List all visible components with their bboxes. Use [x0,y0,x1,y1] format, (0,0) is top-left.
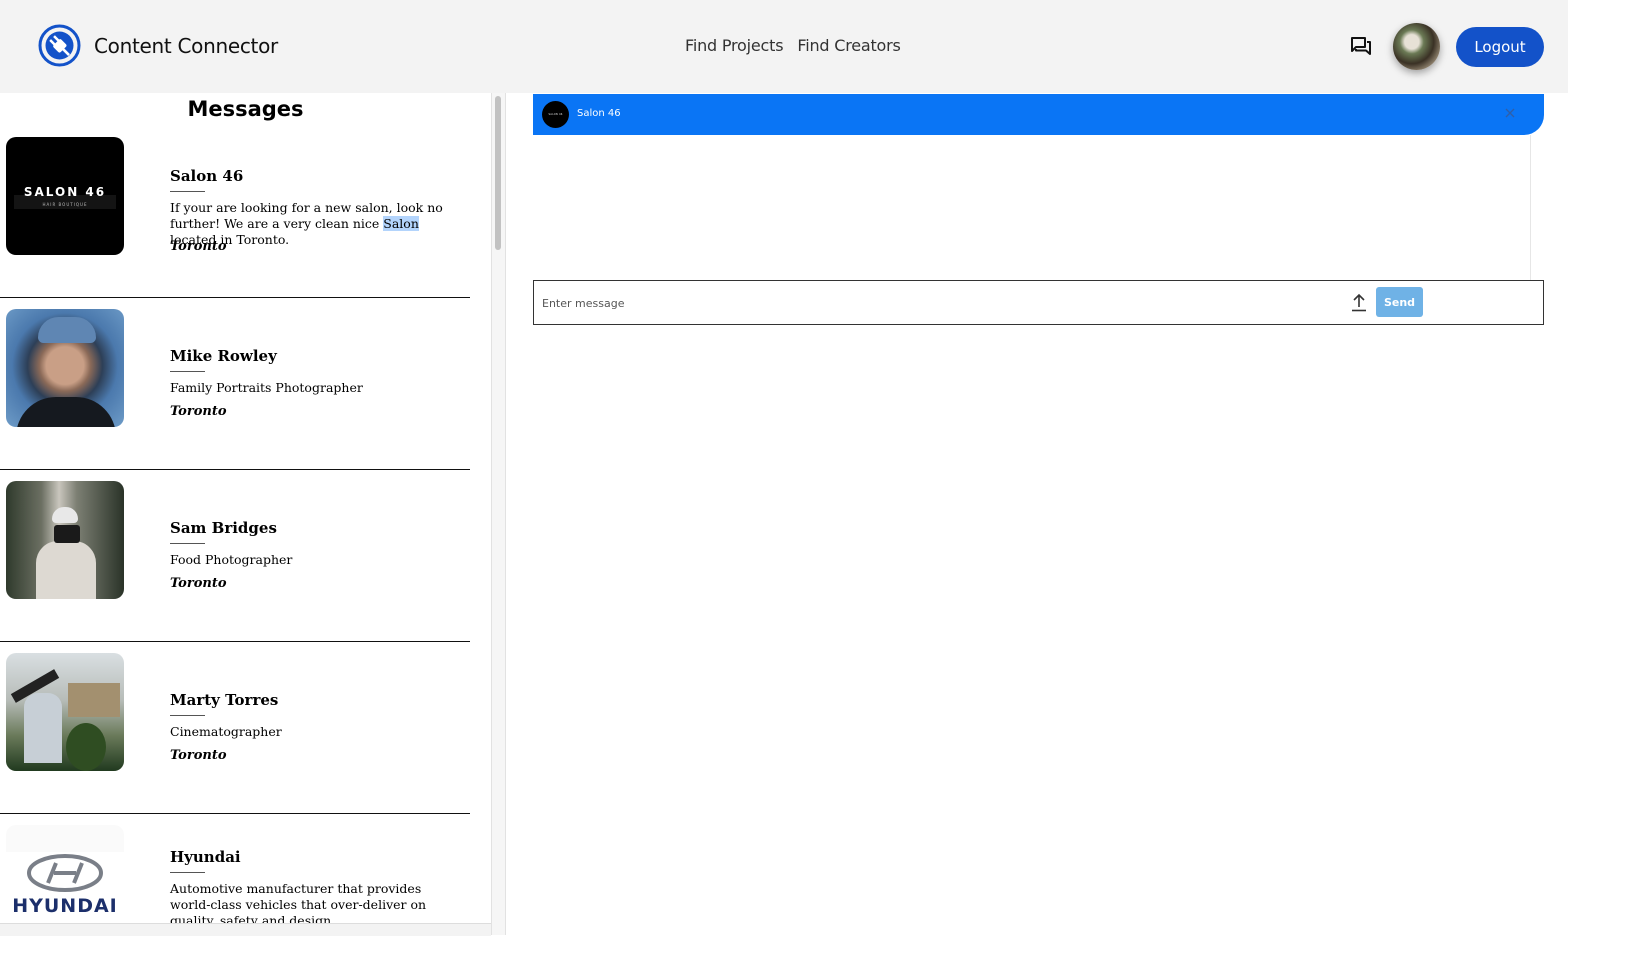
upload-icon[interactable] [1349,292,1369,313]
salon-logo-subtext: HAIR BOUTIQUE [42,202,88,207]
contact-name: Hyundai [170,848,241,866]
chat-messages-area [533,135,1531,280]
user-avatar[interactable] [1393,23,1440,70]
send-button[interactable]: Send [1376,287,1423,317]
contact-item-mike-rowley[interactable]: Mike Rowley Family Portraits Photographe… [0,297,470,470]
divider [170,191,205,192]
brand-name: Content Connector [94,33,278,58]
contact-city: Toronto [170,239,227,254]
brand[interactable]: Content Connector [38,24,278,67]
contact-item-marty-torres[interactable]: Marty Torres Cinematographer Toronto [0,641,470,814]
contact-avatar [6,653,124,771]
scrollbar-thumb[interactable] [495,96,501,250]
contact-item-sam-bridges[interactable]: Sam Bridges Food Photographer Toronto [0,469,470,642]
contact-description: Family Portraits Photographer [170,380,363,395]
contact-item-salon-46[interactable]: SALON 46 HAIR BOUTIQUE Salon 46 If your … [0,125,470,298]
messages-title: Messages [187,97,304,121]
chat-contact-avatar: SALON 46 [542,101,569,128]
hyundai-logo-text: HYUNDAI [12,895,118,917]
contact-description: Food Photographer [170,552,293,567]
chat-icon[interactable] [1349,35,1373,57]
messages-scrollbar[interactable] [491,93,506,935]
contact-item-hyundai[interactable]: HYUNDAI Hyundai Automotive manufacturer … [0,813,470,923]
contact-city: Toronto [170,576,227,591]
hyundai-logo-icon [27,854,103,892]
divider [170,371,205,372]
contact-avatar: SALON 46 HAIR BOUTIQUE [6,137,124,255]
nav-find-projects[interactable]: Find Projects [685,36,784,55]
messages-panel: Messages SALON 46 HAIR BOUTIQUE Salon 46… [0,93,491,923]
contact-city: Toronto [170,404,227,419]
contact-avatar [6,309,124,427]
top-navbar: Content Connector Find Projects Find Cre… [0,0,1568,93]
close-icon[interactable] [1503,105,1517,119]
plug-logo-icon [38,24,81,67]
nav-find-creators[interactable]: Find Creators [797,36,900,55]
divider [170,715,205,716]
contact-avatar: HYUNDAI [6,825,124,923]
contact-city: Toronto [170,748,227,763]
chat-contact-name: Salon 46 [577,108,621,119]
chat-input-bar: Send [533,280,1544,325]
main-nav: Find Projects Find Creators [685,36,901,55]
chat-header: SALON 46 Salon 46 [533,94,1544,135]
contact-description: Cinematographer [170,724,282,739]
divider [170,872,205,873]
divider [170,543,205,544]
contact-description: Automotive manufacturer that provides wo… [170,881,427,923]
contact-avatar [6,481,124,599]
contact-name: Marty Torres [170,691,279,709]
message-input[interactable] [540,291,1324,315]
salon-logo-text: SALON 46 [23,185,107,199]
contact-name: Salon 46 [170,167,244,185]
logout-button[interactable]: Logout [1456,27,1544,67]
panel-bottom-edge [0,923,491,936]
contact-name: Mike Rowley [170,347,277,365]
contact-name: Sam Bridges [170,519,277,537]
